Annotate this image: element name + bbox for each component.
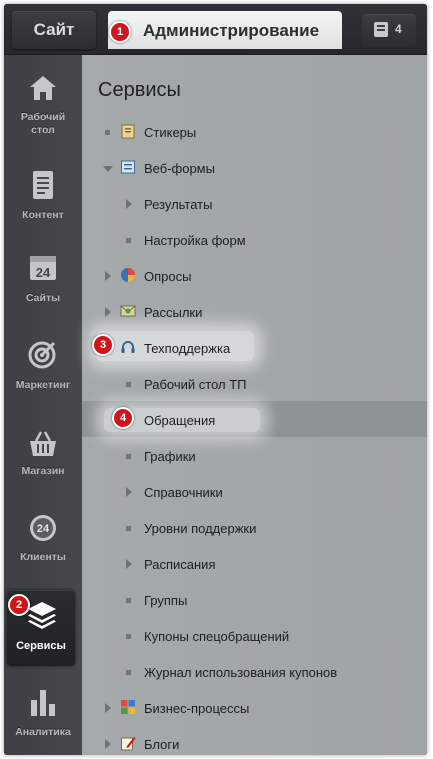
bar-chart-icon bbox=[31, 690, 55, 716]
menu-item-business-processes[interactable]: Бизнес-процессы bbox=[82, 691, 427, 727]
menu-item-directories[interactable]: Справочники bbox=[82, 475, 427, 511]
sidebar-item-marketing[interactable]: Маркетинг bbox=[4, 325, 82, 405]
sidebar-item-label: Рабочий стол bbox=[20, 111, 66, 136]
notification-icon bbox=[374, 22, 388, 37]
target-icon bbox=[28, 341, 56, 369]
sidebar-item-label: Маркетинг bbox=[15, 379, 71, 391]
sticker-icon bbox=[121, 124, 135, 139]
sidebar-item-clients[interactable]: 24 Клиенты bbox=[4, 505, 82, 585]
menu-item-label: Веб-формы bbox=[144, 161, 215, 176]
menu-item-label: Стикеры bbox=[144, 125, 197, 140]
sidebar-item-label: Аналитика bbox=[15, 726, 71, 738]
menu-item-label: Бизнес-процессы bbox=[144, 701, 250, 716]
menu-item-label: Уровни поддержки bbox=[144, 521, 257, 536]
menu-item-label: Опросы bbox=[144, 269, 192, 284]
pie-icon bbox=[121, 268, 135, 282]
bullet-marker bbox=[105, 130, 110, 135]
bullet-marker bbox=[126, 382, 131, 387]
menu-item-mailings[interactable]: Рассылки bbox=[82, 295, 427, 331]
collapsed-arrow-icon[interactable] bbox=[105, 271, 111, 281]
expanded-arrow-icon[interactable] bbox=[103, 166, 113, 172]
menu-item-label: Результаты bbox=[144, 197, 213, 212]
webform-icon bbox=[121, 160, 135, 174]
bullet-marker bbox=[126, 598, 131, 603]
admin-window: Сайт Администрирование 4 1 Рабочий стол … bbox=[4, 4, 427, 755]
bullet-marker bbox=[126, 634, 131, 639]
admin-tab[interactable]: Администрирование bbox=[108, 11, 342, 49]
bullet-marker bbox=[126, 238, 131, 243]
menu-item-label: Группы bbox=[144, 593, 188, 608]
callout-badge-3: 3 bbox=[92, 334, 114, 356]
menu-item-support-levels[interactable]: Уровни поддержки bbox=[82, 511, 427, 547]
blog-pencil-icon bbox=[121, 737, 136, 751]
page-title: Сервисы bbox=[98, 79, 181, 101]
menu-item-groups[interactable]: Группы bbox=[82, 583, 427, 619]
collapsed-arrow-icon[interactable] bbox=[105, 307, 111, 317]
document-icon bbox=[33, 171, 53, 199]
sidebar-item-label: Магазин bbox=[21, 465, 65, 477]
sidebar: Рабочий стол Контент 24 Сайты Маркетинг … bbox=[4, 55, 82, 755]
collapsed-arrow-icon[interactable] bbox=[105, 739, 111, 749]
menu-item-tickets[interactable]: Обращения bbox=[82, 403, 427, 439]
bullet-marker bbox=[126, 526, 131, 531]
headset-icon bbox=[121, 341, 135, 353]
menu-item-polls[interactable]: Опросы bbox=[82, 259, 427, 295]
notifications-button[interactable]: 4 bbox=[362, 14, 416, 46]
menu-item-label: Техподдержка bbox=[144, 341, 231, 356]
bullet-marker bbox=[126, 670, 131, 675]
svg-text:24: 24 bbox=[37, 523, 50, 535]
menu-item-label: Блоги bbox=[144, 737, 180, 752]
sidebar-item-content[interactable]: Контент bbox=[4, 155, 82, 235]
menu-item-label: Настройка форм bbox=[144, 233, 246, 248]
menu-item-label: Рассылки bbox=[144, 305, 203, 320]
clients-24-icon: 24 bbox=[30, 515, 56, 541]
sidebar-item-analytics[interactable]: Аналитика bbox=[4, 680, 82, 755]
collapsed-arrow-icon[interactable] bbox=[105, 703, 111, 713]
menu-item-label: Справочники bbox=[144, 485, 223, 500]
menu-item-label: Обращения bbox=[144, 413, 216, 428]
menu-item-webforms[interactable]: Веб-формы bbox=[82, 151, 427, 187]
sidebar-item-label: Сервисы bbox=[16, 640, 66, 652]
sidebar-item-sites[interactable]: 24 Сайты bbox=[4, 240, 82, 320]
menu-item-schedules[interactable]: Расписания bbox=[82, 547, 427, 583]
sidebar-item-desktop[interactable]: Рабочий стол bbox=[4, 65, 82, 145]
bullet-marker bbox=[126, 454, 131, 459]
menu-item-label: Графики bbox=[144, 449, 196, 464]
collapsed-arrow-icon[interactable] bbox=[126, 559, 132, 569]
menu-item-label: Рабочий стол ТП bbox=[144, 377, 247, 392]
menu-item-results[interactable]: Результаты bbox=[82, 187, 427, 223]
menu-item-stickers[interactable]: Стикеры bbox=[82, 115, 427, 151]
layers-icon bbox=[28, 602, 56, 629]
notification-count: 4 bbox=[395, 22, 402, 36]
top-bar: Сайт Администрирование 4 bbox=[4, 4, 427, 55]
sidebar-item-label: Сайты bbox=[25, 292, 61, 304]
envelope-icon bbox=[120, 305, 136, 317]
menu-item-coupons[interactable]: Купоны спецобращений bbox=[82, 619, 427, 655]
callout-badge-1: 1 bbox=[109, 21, 131, 43]
menu-item-support[interactable]: Техподдержка bbox=[82, 331, 427, 367]
menu-item-label: Расписания bbox=[144, 557, 216, 572]
menu-item-blogs[interactable]: Блоги bbox=[82, 727, 427, 755]
menu-item-label: Купоны спецобращений bbox=[144, 629, 290, 644]
services-panel: Сервисы Стикеры Веб-формы Результаты Нас… bbox=[82, 55, 427, 755]
menu-item-label: Журнал использования купонов bbox=[144, 665, 338, 680]
basket-icon bbox=[30, 431, 56, 456]
callout-badge-2: 2 bbox=[8, 594, 30, 616]
collapsed-arrow-icon[interactable] bbox=[126, 199, 132, 209]
calendar-24-icon: 24 bbox=[30, 256, 56, 280]
puzzle-icon bbox=[121, 700, 135, 714]
menu-item-charts[interactable]: Графики bbox=[82, 439, 427, 475]
sidebar-item-label: Контент bbox=[22, 209, 64, 221]
site-tab[interactable]: Сайт bbox=[12, 11, 96, 49]
home-icon bbox=[30, 76, 56, 100]
svg-text:24: 24 bbox=[36, 265, 51, 280]
sidebar-item-label: Клиенты bbox=[20, 551, 66, 563]
menu-item-coupon-log[interactable]: Журнал использования купонов bbox=[82, 655, 427, 691]
menu-item-support-desktop[interactable]: Рабочий стол ТП bbox=[82, 367, 427, 403]
collapsed-arrow-icon[interactable] bbox=[126, 487, 132, 497]
callout-badge-4: 4 bbox=[112, 407, 134, 429]
sidebar-item-shop[interactable]: Магазин bbox=[4, 415, 82, 495]
admin-tab-label: Администрирование bbox=[142, 21, 320, 40]
menu-item-form-settings[interactable]: Настройка форм bbox=[82, 223, 427, 259]
